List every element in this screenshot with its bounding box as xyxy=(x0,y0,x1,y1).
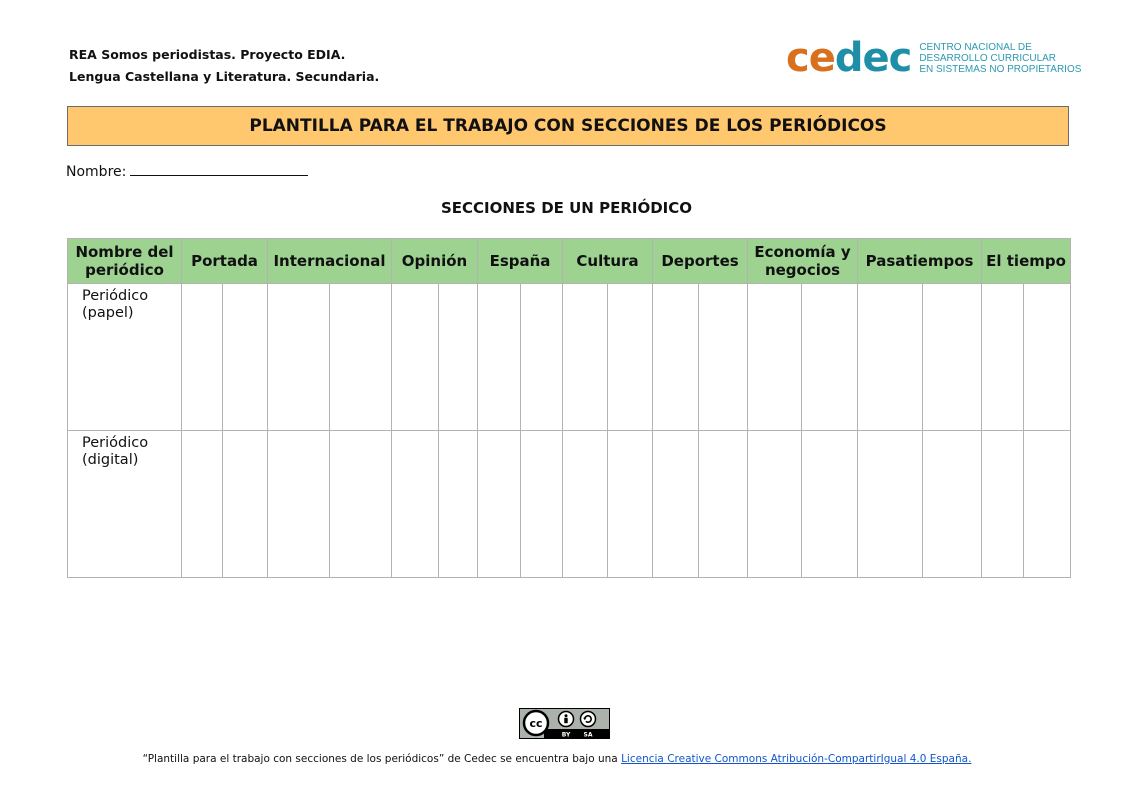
table-cell[interactable] xyxy=(981,283,1025,431)
header-line-project: REA Somos periodistas. Proyecto EDIA. xyxy=(69,47,346,62)
sections-table: Nombre del periódico Portada Internacion… xyxy=(67,238,1072,578)
table-cell[interactable] xyxy=(520,430,564,578)
table-cell[interactable] xyxy=(391,430,440,578)
col-header: España xyxy=(477,238,564,284)
table-cell[interactable] xyxy=(857,283,924,431)
license-link[interactable]: Licencia Creative Commons Atribución-Com… xyxy=(621,753,971,765)
col-header: El tiempo xyxy=(981,238,1072,284)
section-title: SECCIONES DE UN PERIÓDICO xyxy=(440,199,692,217)
table-cell[interactable] xyxy=(652,283,700,431)
nombre-label: Nombre: xyxy=(66,164,127,180)
cc-sa-label: SA xyxy=(584,732,593,738)
cc-badge-graphic: cc BY SA xyxy=(520,709,609,739)
logo-dec: dec xyxy=(834,35,912,81)
table-cell[interactable] xyxy=(221,430,269,578)
table-cell[interactable] xyxy=(698,430,749,578)
license-text: “Plantilla para el trabajo con secciones… xyxy=(142,753,622,765)
table-cell[interactable] xyxy=(922,283,983,431)
table-cell[interactable] xyxy=(329,430,393,578)
cedec-logo: cedec CENTRO NACIONAL DE DESARROLLO CURR… xyxy=(786,36,1081,80)
row-label: Periódico (digital) xyxy=(67,430,182,578)
table-cell[interactable] xyxy=(329,283,393,431)
license-footer: “Plantilla para el trabajo con secciones… xyxy=(0,753,1114,765)
col-header-nombre: Nombre del periódico xyxy=(67,238,182,284)
table-cell[interactable] xyxy=(922,430,983,578)
table-cell[interactable] xyxy=(1023,283,1072,431)
table-cell[interactable] xyxy=(438,430,479,578)
logo-subtitle: CENTRO NACIONAL DE DESARROLLO CURRICULAR… xyxy=(919,42,1081,75)
table-cell[interactable] xyxy=(1023,430,1072,578)
logo-ce: ce xyxy=(786,35,836,81)
table-cell[interactable] xyxy=(607,430,654,578)
document-header: REA Somos periodistas. Proyecto EDIA. Le… xyxy=(69,44,379,88)
nombre-blank-line[interactable] xyxy=(130,161,309,176)
col-header: Cultura xyxy=(562,238,654,284)
table-cell[interactable] xyxy=(181,283,223,431)
logo-sub-line-3: EN SISTEMAS NO PROPIETARIOS xyxy=(919,63,1082,75)
table-cell[interactable] xyxy=(477,283,522,431)
table-cell[interactable] xyxy=(181,430,223,578)
col-header: Pasatiempos xyxy=(857,238,983,284)
table-cell[interactable] xyxy=(267,283,331,431)
col-header: Opinión xyxy=(391,238,479,284)
table-cell[interactable] xyxy=(747,283,803,431)
table-cell[interactable] xyxy=(981,430,1025,578)
table-cell[interactable] xyxy=(562,283,609,431)
table-header-row: Nombre del periódico Portada Internacion… xyxy=(67,238,1072,284)
table-row: Periódico (digital) xyxy=(67,430,1072,578)
page-title: PLANTILLA PARA EL TRABAJO CON SECCIONES … xyxy=(67,106,1069,146)
table-cell[interactable] xyxy=(747,430,803,578)
table-cell[interactable] xyxy=(267,430,331,578)
logo-sub-line-2: DESARROLLO CURRICULAR xyxy=(919,52,1057,64)
cc-by-label: BY xyxy=(562,732,571,738)
logo-sub-line-1: CENTRO NACIONAL DE xyxy=(919,41,1032,53)
table-cell[interactable] xyxy=(801,283,859,431)
header-line-subject: Lengua Castellana y Literatura. Secundar… xyxy=(69,69,380,84)
table-cell[interactable] xyxy=(438,283,479,431)
col-header: Deportes xyxy=(652,238,749,284)
table-cell[interactable] xyxy=(652,430,700,578)
table-row: Periódico (papel) xyxy=(67,283,1072,431)
nombre-field: Nombre: xyxy=(66,161,309,180)
table-cell[interactable] xyxy=(562,430,609,578)
table-cell[interactable] xyxy=(698,283,749,431)
svg-text:cc: cc xyxy=(529,717,542,730)
table-cell[interactable] xyxy=(607,283,654,431)
logo-wordmark: cedec xyxy=(786,35,912,81)
creative-commons-by-sa-icon[interactable]: cc BY SA xyxy=(519,708,610,739)
table-cell[interactable] xyxy=(391,283,440,431)
row-label: Periódico (papel) xyxy=(67,283,182,431)
table-cell[interactable] xyxy=(801,430,859,578)
table-cell[interactable] xyxy=(857,430,924,578)
col-header: Internacional xyxy=(267,238,393,284)
table-cell[interactable] xyxy=(477,430,522,578)
table-cell[interactable] xyxy=(221,283,269,431)
col-header: Economía y negocios xyxy=(747,238,859,284)
col-header: Portada xyxy=(180,238,269,284)
table-cell[interactable] xyxy=(520,283,564,431)
